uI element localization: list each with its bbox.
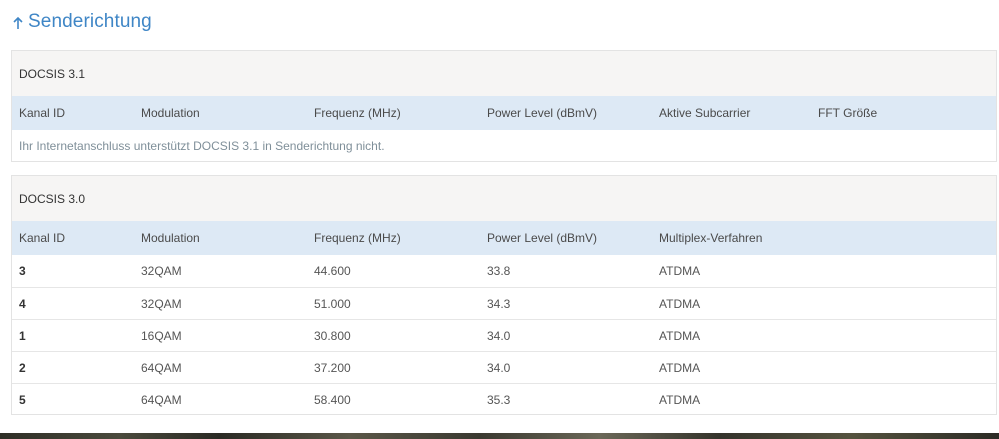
kanal-id-cell: 1 <box>19 328 26 343</box>
frequenz-cell: 51.000 <box>314 296 351 311</box>
modulation-cell: 64QAM <box>141 392 182 407</box>
frequenz-cell: 37.200 <box>314 360 351 375</box>
kanal-id-cell: 3 <box>19 264 26 278</box>
docsis30-title: DOCSIS 3.0 <box>12 176 996 221</box>
section-toggle-senderichtung[interactable]: Senderichtung <box>11 8 152 36</box>
power-level-cell: 34.0 <box>487 360 511 375</box>
column-header: Power Level (dBmV) <box>487 106 598 120</box>
arrow-up-icon <box>11 13 25 31</box>
column-header: FFT Größe <box>818 106 878 120</box>
column-header: Frequenz (MHz) <box>314 106 401 120</box>
multiplex-cell: ATDMA <box>659 360 701 375</box>
background-strip <box>0 433 999 439</box>
docsis30-panel: DOCSIS 3.0 Kanal ID Modulation Frequenz … <box>11 175 997 415</box>
kanal-id-cell: 4 <box>19 296 26 311</box>
multiplex-cell: ATDMA <box>659 328 701 343</box>
docsis30-rows: 3 32QAM 44.600 33.8 ATDMA 4 32QAM 51.000… <box>12 255 996 415</box>
multiplex-cell: ATDMA <box>659 392 701 407</box>
table-row: 5 64QAM 58.400 35.3 ATDMA <box>12 383 996 415</box>
column-header: Kanal ID <box>19 106 66 120</box>
column-header: Multiplex-Verfahren <box>659 231 763 245</box>
power-level-cell: 34.0 <box>487 328 511 343</box>
docsis31-title: DOCSIS 3.1 <box>12 51 996 96</box>
table-row: 4 32QAM 51.000 34.3 ATDMA <box>12 287 996 319</box>
power-level-cell: 35.3 <box>487 392 511 407</box>
table-row: 1 16QAM 30.800 34.0 ATDMA <box>12 319 996 351</box>
docsis31-note: Ihr Internetanschluss unterstützt DOCSIS… <box>19 138 385 153</box>
docsis31-header-row: Kanal ID Modulation Frequenz (MHz) Power… <box>12 96 996 130</box>
modulation-cell: 16QAM <box>141 328 182 343</box>
table-row: 3 32QAM 44.600 33.8 ATDMA <box>12 255 996 287</box>
modulation-cell: 64QAM <box>141 360 182 375</box>
page: Senderichtung DOCSIS 3.1 Kanal ID Modula… <box>0 0 999 433</box>
column-header: Modulation <box>141 231 200 245</box>
kanal-id-cell: 5 <box>19 392 26 407</box>
table-row: 2 64QAM 37.200 34.0 ATDMA <box>12 351 996 383</box>
section-title: Senderichtung <box>28 11 152 32</box>
docsis31-panel: DOCSIS 3.1 Kanal ID Modulation Frequenz … <box>11 50 997 162</box>
frequenz-cell: 58.400 <box>314 392 351 407</box>
power-level-cell: 34.3 <box>487 296 511 311</box>
power-level-cell: 33.8 <box>487 264 511 278</box>
modulation-cell: 32QAM <box>141 264 182 278</box>
multiplex-cell: ATDMA <box>659 264 701 278</box>
modulation-cell: 32QAM <box>141 296 182 311</box>
frequenz-cell: 30.800 <box>314 328 351 343</box>
column-header: Frequenz (MHz) <box>314 231 401 245</box>
column-header: Power Level (dBmV) <box>487 231 598 245</box>
multiplex-cell: ATDMA <box>659 296 701 311</box>
column-header: Kanal ID <box>19 231 66 245</box>
frequenz-cell: 44.600 <box>314 264 351 278</box>
column-header: Aktive Subcarrier <box>659 106 751 120</box>
kanal-id-cell: 2 <box>19 360 26 375</box>
column-header: Modulation <box>141 106 200 120</box>
docsis30-header-row: Kanal ID Modulation Frequenz (MHz) Power… <box>12 221 996 255</box>
